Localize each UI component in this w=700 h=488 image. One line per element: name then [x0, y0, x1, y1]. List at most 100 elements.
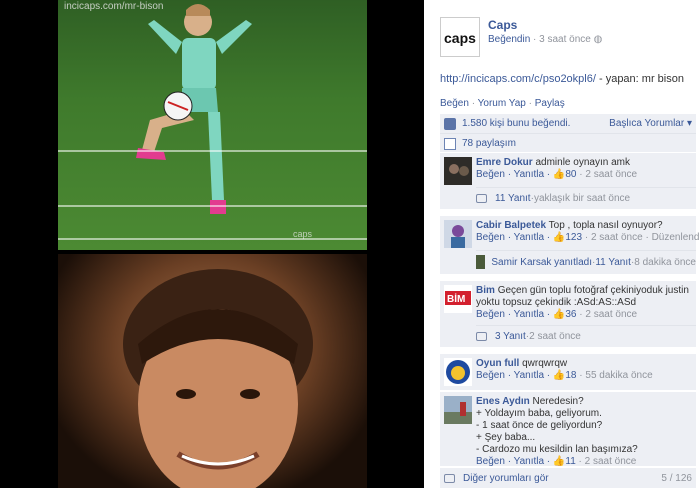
comment-text: Geçen gün toplu fotoğraf çekiniyoduk jus… — [476, 285, 689, 308]
comment-time[interactable]: 2 saat önce — [591, 232, 643, 243]
comment-like-count[interactable]: 18 — [565, 370, 576, 381]
comment-line: - 1 saat önce de geliyordun? — [476, 420, 603, 431]
comment-reply-button[interactable]: Yanıtla — [514, 309, 544, 320]
avatar[interactable] — [444, 157, 472, 185]
post-text: http://incicaps.com/c/pso2okpl6/ - yapan… — [440, 73, 696, 85]
replies-link[interactable]: 11 Yanıt — [495, 193, 531, 204]
more-comments-link[interactable]: Diğer yorumları gör — [463, 473, 549, 484]
comment-meta: Beğen · Yanıtla · 👍123 · 2 saat önce · D… — [476, 232, 700, 243]
comment-body: Cabir Balpetek Top , topla nasıl oynuyor… — [476, 220, 700, 244]
comment-like-count[interactable]: 36 — [565, 309, 576, 320]
comment-like-count[interactable]: 123 — [565, 232, 582, 243]
comment-item: Enes Aydın Neredesin? + Yoldayım baba, g… — [440, 392, 696, 468]
shares-row: 78 paylaşım — [440, 134, 696, 153]
player-figure — [136, 4, 252, 214]
comment-like-button[interactable]: Beğen — [476, 456, 505, 467]
likes-count[interactable]: 1.580 kişi bunu beğendi. — [462, 118, 570, 129]
photo-logo: caps — [293, 229, 313, 239]
comment-time[interactable]: 2 saat önce — [585, 456, 637, 467]
comment-author[interactable]: Oyun full — [476, 358, 519, 369]
thumb-icon: 👍 — [552, 232, 566, 243]
replies-row[interactable]: 3 Yanıt · 2 saat önce — [476, 327, 696, 345]
ufi-summary: 1.580 kişi bunu beğendi. Başlıca Yorumla… — [440, 114, 696, 152]
share-icon — [444, 137, 456, 150]
comment-reply-button[interactable]: Yanıtla — [514, 456, 544, 467]
reply-bubble-icon — [476, 193, 487, 203]
comment-meta: Beğen · Yanıtla · 👍36 · 2 saat önce — [476, 309, 638, 320]
more-comments-row: Diğer yorumları gör 5 / 126 — [440, 468, 696, 488]
like-button[interactable]: Beğen — [440, 98, 469, 109]
comment-meta: Beğen · Yanıtla · 👍80 · 2 saat önce — [476, 169, 638, 180]
comment-line: + Yoldayım baba, geliyorum. — [476, 408, 602, 419]
replies-time: 8 dakika önce — [634, 256, 696, 268]
thumb-icon: 👍 — [552, 169, 566, 180]
replier-link[interactable]: Samir Karsak yanıtladı — [491, 257, 592, 268]
comment-like-button[interactable]: Beğen — [476, 169, 505, 180]
portrait-figure — [123, 269, 313, 488]
comment-item: Oyun full qwrqwrqw Beğen · Yanıtla · 👍18… — [440, 354, 696, 390]
shares-count[interactable]: 78 paylaşım — [462, 138, 516, 149]
reply-bubble-icon — [476, 331, 487, 341]
page-name[interactable]: Caps — [488, 18, 517, 32]
comment-author[interactable]: Emre Dokur — [476, 157, 533, 168]
replies-row[interactable]: 11 Yanıt · yaklaşık bir saat önce — [476, 189, 696, 207]
post-text-suffix: - yapan: mr bison — [595, 73, 684, 85]
comment-line: - Cardozo mu kesildin lan başımıza? — [476, 444, 638, 455]
avatar[interactable] — [444, 220, 472, 248]
replies-row[interactable]: Samir Karsak yanıtladı · 11 Yanıt · 8 da… — [476, 253, 696, 271]
comment-like-count[interactable]: 80 — [565, 169, 576, 180]
comment-item: BİM Bim Geçen gün toplu fotoğraf çekiniy… — [440, 281, 696, 347]
comment-like-button[interactable]: Beğen — [476, 370, 505, 381]
comment-like-count[interactable]: 11 — [565, 456, 575, 467]
comment-author[interactable]: Bim — [476, 285, 495, 296]
comment-reply-button[interactable]: Yanıtla — [514, 169, 544, 180]
thumb-icon: 👍 — [552, 456, 566, 467]
comment-time[interactable]: 2 saat önce — [585, 309, 637, 320]
comment-text: qwrqwrqw — [522, 358, 568, 369]
comment-text: adminle oynayın amk — [535, 157, 630, 168]
comment-body: Emre Dokur adminle oynayın amk Beğen · Y… — [476, 157, 690, 181]
photo-viewer[interactable]: incicaps.com/mr-bison caps — [0, 0, 424, 488]
comment-author[interactable]: Enes Aydın — [476, 396, 530, 407]
comment-count: 5 / 126 — [661, 472, 692, 484]
replies-link[interactable]: 3 Yanıt — [495, 331, 526, 342]
replies-link[interactable]: 11 Yanıt — [595, 257, 631, 268]
comment-item: Cabir Balpetek Top , topla nasıl oynuyor… — [440, 216, 700, 274]
comment-author[interactable]: Cabir Balpetek — [476, 220, 546, 231]
liked-label[interactable]: Beğendin — [488, 34, 530, 45]
comment-time[interactable]: 55 dakika önce — [585, 370, 652, 381]
likes-row: 1.580 kişi bunu beğendi. Başlıca Yorumla… — [440, 114, 696, 133]
comment-meta: Beğen · Yanıtla · 👍11 · 2 saat önce — [476, 456, 637, 467]
comment-text: Neredesin? — [532, 396, 584, 407]
thumb-icon — [444, 117, 456, 130]
replies-time: 2 saat önce — [529, 330, 581, 342]
thumb-icon: 👍 — [552, 309, 566, 320]
post-time[interactable]: 3 saat önce — [539, 34, 591, 45]
edited-label[interactable]: Düzenlendi — [652, 232, 700, 243]
comment-like-button[interactable]: Beğen — [476, 232, 505, 243]
comment-reply-button[interactable]: Yanıtla — [514, 370, 544, 381]
comment-body: Enes Aydın Neredesin? + Yoldayım baba, g… — [476, 396, 690, 468]
comment-item: Emre Dokur adminle oynayın amk Beğen · Y… — [440, 153, 696, 209]
comment-like-button[interactable]: Beğen — [476, 309, 505, 320]
avatar[interactable]: BİM — [444, 285, 472, 313]
avatar[interactable] — [444, 396, 472, 424]
comment-time[interactable]: 2 saat önce — [585, 169, 637, 180]
photo-top-soccer: incicaps.com/mr-bison caps — [58, 0, 367, 250]
post-link[interactable]: http://incicaps.com/c/pso2okpl6/ — [440, 73, 596, 85]
post-actions: Beğen · Yorum Yap · Paylaş — [440, 98, 565, 109]
share-button[interactable]: Paylaş — [535, 98, 565, 109]
comment-line: + Şey baba... — [476, 432, 536, 443]
comment-button[interactable]: Yorum Yap — [478, 98, 526, 109]
post-sidebar: caps Caps Beğendin · 3 saat önce ◍ http:… — [424, 0, 700, 488]
photo-bottom-portrait — [58, 254, 367, 488]
sort-comments-dropdown[interactable]: Başlıca Yorumlar ▾ — [609, 118, 692, 129]
comment-body: Bim Geçen gün toplu fotoğraf çekiniyoduk… — [476, 285, 690, 321]
page-avatar[interactable]: caps — [440, 17, 480, 57]
comment-reply-button[interactable]: Yanıtla — [514, 232, 544, 243]
avatar[interactable] — [444, 358, 472, 386]
comment-text: Top , topla nasıl oynuyor? — [548, 220, 663, 231]
globe-icon: ◍ — [593, 34, 603, 45]
page-avatar-text: caps — [444, 30, 476, 46]
avatar — [476, 255, 486, 269]
